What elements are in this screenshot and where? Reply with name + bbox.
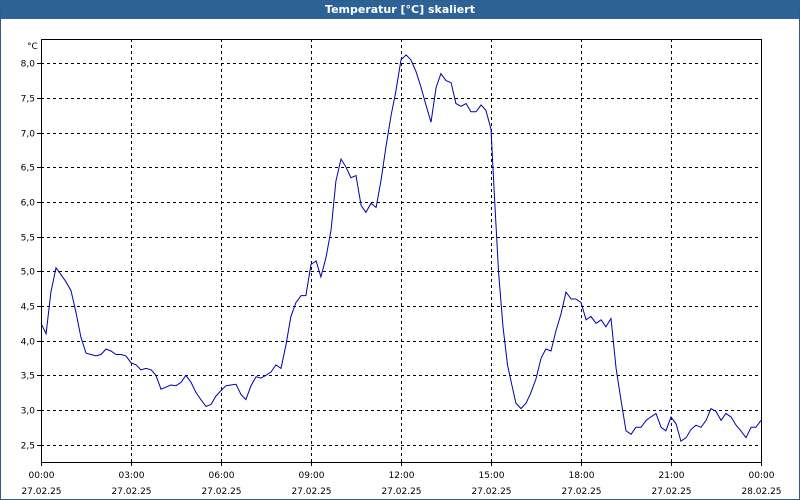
y-tick-label: 2,5: [21, 442, 35, 452]
x-tick-label-date: 27.02.25: [651, 487, 691, 497]
y-axis-unit-label: °C: [27, 42, 38, 52]
y-tick-label: 7,0: [21, 130, 36, 140]
x-tick-label-date: 27.02.25: [201, 487, 241, 497]
x-tick-label-date: 27.02.25: [471, 487, 511, 497]
x-tick-label-date: 27.02.25: [21, 487, 61, 497]
y-tick-label: 3,5: [21, 372, 35, 382]
x-tick-label-time: 00:00: [29, 471, 55, 481]
y-tick-label: 4,5: [21, 303, 35, 313]
y-tick-label: 8,0: [21, 60, 36, 70]
y-tick-label: 5,5: [21, 234, 35, 244]
x-tick-label-date: 27.02.25: [381, 487, 421, 497]
x-tick-label-date: 27.02.25: [291, 487, 331, 497]
y-tick-label: 4,0: [21, 338, 36, 348]
x-tick-label-date: 27.02.25: [561, 487, 601, 497]
x-tick-label-time: 03:00: [119, 471, 145, 481]
y-tick-label: 5,0: [21, 268, 36, 278]
y-tick-label: 7,5: [21, 95, 35, 105]
x-tick-label-time: 18:00: [569, 471, 595, 481]
y-tick-label: 3,0: [21, 407, 36, 417]
chart-window: Temperatur [°C] skaliert °C 2,5 3,0 3,5 4,0…: [0, 0, 800, 500]
x-tick-label-time: 15:00: [479, 471, 505, 481]
x-tick-label-date: 28.02.25: [741, 487, 781, 497]
x-tick-label-time: 21:00: [659, 471, 685, 481]
x-tick-label-time: 09:00: [299, 471, 325, 481]
x-tick-label-date: 27.02.25: [111, 487, 151, 497]
y-tick-label: 6,0: [21, 199, 36, 209]
x-tick-label-time: 00:00: [749, 471, 775, 481]
x-tick-label-time: 06:00: [209, 471, 235, 481]
temperature-chart: °C 2,5 3,0 3,5 4,0 4,5 5,0 5,5 6,0 6,5 7,0 7,5 8,0 0…: [21, 39, 782, 497]
x-tick-label-time: 12:00: [389, 471, 415, 481]
y-tick-label: 6,5: [21, 164, 35, 174]
window-title: Temperatur [°C] skaliert: [1, 1, 799, 19]
